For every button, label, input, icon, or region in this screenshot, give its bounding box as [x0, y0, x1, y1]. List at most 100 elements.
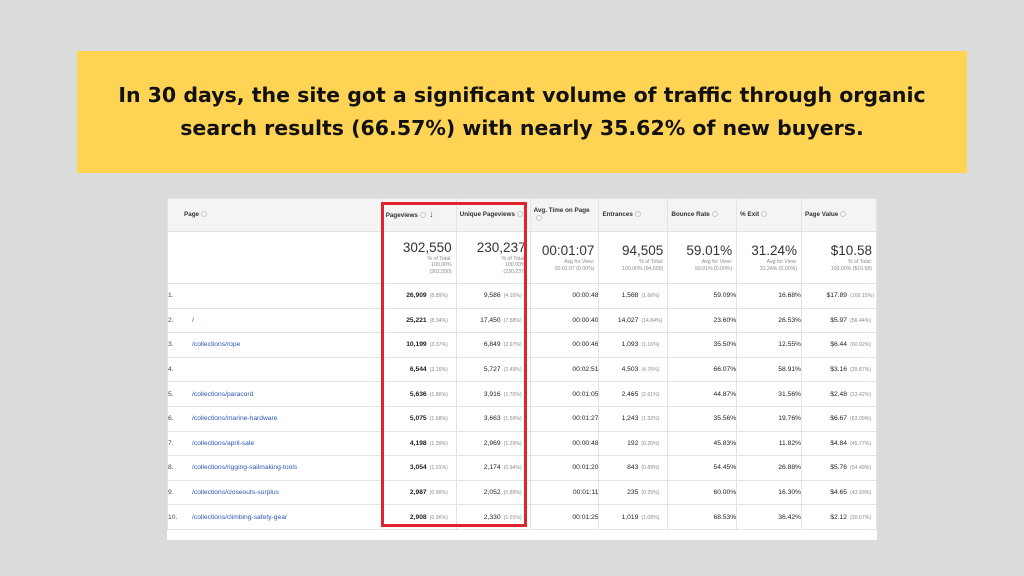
- pageviews-percent: (0.96%): [429, 514, 448, 521]
- header-exit[interactable]: % Exit: [736, 198, 802, 232]
- table-body: 1. 26,909 (8.89%) 9,586 (4.16%) 00:00:48 1…: [167, 283, 877, 530]
- header-bounce-rate[interactable]: Bounce Rate: [667, 198, 738, 232]
- row-index: 8.: [168, 464, 174, 472]
- page-path-link[interactable]: /collections/closeouts-surplus: [192, 489, 381, 496]
- help-icon[interactable]: [634, 211, 641, 218]
- help-icon[interactable]: [201, 211, 208, 218]
- unique-pageviews-percent: (0.89%): [503, 490, 522, 497]
- page-value-value: $2.48: [830, 390, 847, 398]
- total-value: 302,550: [402, 239, 452, 255]
- help-icon[interactable]: [419, 212, 426, 219]
- entrances-percent: (1.66%): [641, 293, 660, 300]
- unique-pageviews-cell: 2,052 (0.89%): [455, 479, 531, 506]
- page-value-cell: $4.84 (45.77%): [800, 430, 877, 457]
- avg-time-cell: 00:01:25: [529, 504, 600, 530]
- page-path-text[interactable]: /: [192, 317, 194, 324]
- help-icon[interactable]: [711, 211, 718, 218]
- unique-pageviews-percent: (1.59%): [503, 416, 522, 423]
- page-cell: 5. /collections/paracord: [167, 381, 383, 407]
- page-value-percent: (63.09%): [850, 416, 872, 423]
- total-value: 59.01%: [686, 243, 733, 259]
- page-path-link[interactable]: [192, 292, 381, 299]
- page-path-link[interactable]: /collections/rope: [192, 341, 381, 348]
- entrances-value: 235: [627, 489, 639, 497]
- totals-label-cell: [167, 231, 383, 284]
- bounce-rate-value: 54.45%: [713, 464, 737, 472]
- pageviews-cell: 2,987 (0.99%): [381, 479, 457, 506]
- page-path-link[interactable]: [192, 366, 381, 373]
- page-cell: 7. /collections/april-sale: [167, 430, 383, 457]
- page-path-link[interactable]: /: [192, 317, 381, 324]
- header-pageviews[interactable]: Pageviews ↓: [381, 198, 457, 232]
- analytics-screenshot: Page Pageviews ↓ Unique Pageviews Avg. Ti…: [167, 198, 877, 540]
- row-index: 10.: [168, 513, 178, 521]
- header-entrances[interactable]: Entrances: [598, 198, 669, 232]
- page-path-link[interactable]: /collections/climbing-safety-gear: [192, 514, 381, 521]
- page-path-link[interactable]: /collections/rigging-sailmaking-tools: [192, 464, 381, 471]
- unique-pageviews-value: 5,727: [483, 366, 501, 374]
- help-icon[interactable]: [761, 211, 768, 218]
- table-row: 9. /collections/closeouts-surplus 2,987(…: [167, 479, 877, 506]
- header-page[interactable]: Page: [167, 198, 383, 232]
- exit-cell: 16.68%: [736, 283, 802, 309]
- avg-time-cell: 00:00:48: [529, 430, 600, 457]
- bounce-rate-value: 44.87%: [713, 390, 737, 398]
- header-page-label: Page: [184, 211, 200, 218]
- avg-time-value: 00:01:05: [572, 390, 599, 398]
- help-icon[interactable]: [516, 211, 523, 218]
- bounce-rate-value: 23.60%: [713, 316, 737, 324]
- row-index: 3.: [168, 341, 174, 349]
- sort-down-arrow-icon[interactable]: ↓: [429, 209, 434, 219]
- page-path-link[interactable]: /collections/paracord: [192, 391, 381, 398]
- page-path-text[interactable]: /collections/rope: [192, 341, 240, 348]
- page-path-text[interactable]: /collections/marine-hardware: [192, 415, 278, 422]
- header-unique-pageviews[interactable]: Unique Pageviews: [455, 198, 531, 232]
- page-path-text[interactable]: /collections/closeouts-surplus: [192, 489, 279, 496]
- page-value-percent: (56.44%): [850, 317, 872, 324]
- total-avg-time: 00:01:07 Avg for View: 00:01:07 (0.00%): [529, 231, 600, 284]
- entrances-cell: 14,027 (14.84%): [598, 307, 669, 334]
- headline-line-2: search results (66.57%) with nearly 35.6…: [180, 116, 864, 140]
- page-path-text[interactable]: /collections/paracord: [192, 391, 253, 398]
- totals-row: 302,550 % of Total: 100.00% (302,550) 23…: [167, 231, 877, 284]
- pageviews-value: 4,198: [409, 439, 427, 447]
- page-path-text[interactable]: /collections/april-sale: [192, 440, 254, 447]
- help-icon[interactable]: [840, 211, 847, 218]
- page-value-percent: (43.93%): [850, 490, 872, 497]
- page-value-cell: $2.12 (20.07%): [800, 504, 877, 530]
- entrances-value: 192: [627, 439, 639, 447]
- exit-value: 12.55%: [778, 341, 801, 349]
- header-page-value[interactable]: Page Value: [800, 198, 877, 232]
- page-cell: 8. /collections/rigging-sailmaking-tools: [167, 455, 383, 481]
- exit-cell: 19.76%: [736, 405, 802, 432]
- entrances-percent: (1.16%): [641, 342, 660, 349]
- page-path-text[interactable]: /collections/rigging-sailmaking-tools: [192, 464, 297, 471]
- row-index: 6.: [168, 415, 174, 423]
- unique-pageviews-cell: 2,330 (1.01%): [455, 504, 531, 530]
- page-path-link[interactable]: /collections/april-sale: [192, 440, 381, 447]
- exit-value: 19.76%: [778, 415, 801, 423]
- entrances-percent: (0.89%): [641, 465, 660, 472]
- pageviews-percent: (3.37%): [429, 342, 448, 349]
- entrances-cell: 1,019 (1.08%): [598, 504, 669, 530]
- bounce-rate-cell: 44.87%: [667, 381, 738, 407]
- avg-time-value: 00:00:48: [572, 292, 599, 300]
- entrances-cell: 1,568 (1.66%): [598, 283, 669, 309]
- exit-cell: 11.82%: [736, 430, 802, 457]
- unique-pageviews-cell: 2,969 (1.29%): [455, 430, 531, 457]
- row-index: 1.: [168, 292, 174, 300]
- unique-pageviews-cell: 5,727 (2.49%): [455, 356, 531, 383]
- total-note: 31.24% (0.00%): [759, 265, 797, 272]
- page-value-cell: $6.44 (60.92%): [800, 332, 877, 358]
- avg-time-cell: 00:00:48: [529, 283, 600, 309]
- avg-time-value: 00:00:48: [572, 439, 599, 447]
- exit-value: 26.88%: [778, 464, 801, 472]
- entrances-percent: (1.32%): [641, 416, 660, 423]
- unique-pageviews-value: 3,916: [483, 390, 501, 398]
- help-icon[interactable]: [535, 215, 542, 222]
- unique-pageviews-cell: 3,916 (1.70%): [455, 381, 531, 407]
- page-path-link[interactable]: /collections/marine-hardware: [192, 415, 381, 422]
- header-avg-time[interactable]: Avg. Time on Page: [529, 198, 600, 232]
- page-path-text[interactable]: /collections/climbing-safety-gear: [192, 514, 287, 521]
- total-bounce-rate: 59.01% Avg for View: 59.01% (0.00%): [667, 231, 738, 284]
